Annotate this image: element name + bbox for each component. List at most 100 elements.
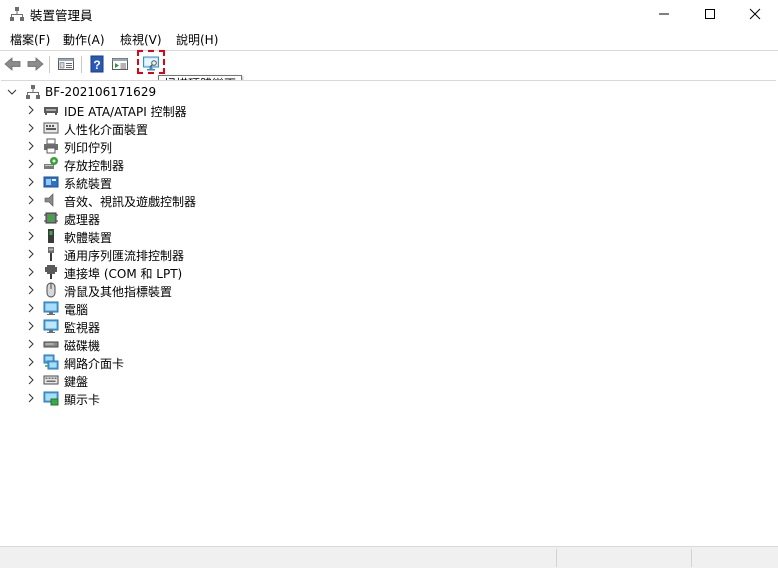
properties-pane-icon: [58, 58, 74, 70]
tree-category-label: 列印佇列: [64, 141, 113, 155]
tree-category-label: 滑鼠及其他指標裝置: [64, 285, 173, 299]
update-driver-button[interactable]: [109, 53, 131, 75]
toolbar-divider: [81, 56, 82, 73]
expand-chevron-icon[interactable]: [26, 267, 36, 277]
tree-category-row[interactable]: 處理器: [1, 209, 771, 227]
help-icon: ?: [90, 55, 104, 73]
title-bar: 裝置管理員: [0, 0, 778, 28]
menu-view[interactable]: 檢視(V): [120, 31, 162, 48]
back-icon: [4, 57, 21, 71]
display-adapter-icon: [43, 391, 59, 406]
tree-category-label: 處理器: [64, 213, 101, 227]
tree-category-row[interactable]: 電腦: [1, 299, 771, 317]
close-button[interactable]: [732, 0, 778, 28]
expand-chevron-icon[interactable]: [26, 375, 36, 385]
tree-category-row[interactable]: 存放控制器: [1, 155, 771, 173]
expand-chevron-icon[interactable]: [26, 177, 36, 187]
scan-button-highlight: [137, 50, 165, 74]
expand-chevron-icon[interactable]: [26, 123, 36, 133]
processor-icon: [44, 212, 58, 224]
status-divider: [691, 549, 692, 567]
disk-drive-icon: [43, 341, 59, 348]
tree-category-row[interactable]: 磁碟機: [1, 335, 771, 353]
tree-category-label: 監視器: [64, 321, 101, 335]
maximize-button[interactable]: [687, 0, 733, 28]
mouse-icon: [46, 282, 56, 298]
tree-category-label: 磁碟機: [64, 339, 101, 353]
minimize-button[interactable]: [641, 0, 687, 28]
tree-category-row[interactable]: 網路介面卡: [1, 353, 771, 371]
device-tree[interactable]: BF-202106171629 IDE ATA/ATAPI 控制器 人性化介面裝置…: [1, 80, 776, 545]
svg-text:?: ?: [93, 58, 100, 72]
tree-category-row[interactable]: 列印佇列: [1, 137, 771, 155]
tree-category-row[interactable]: 音效、視訊及遊戲控制器: [1, 191, 771, 209]
tree-category-row[interactable]: 連接埠 (COM 和 LPT): [1, 263, 771, 281]
tree-category-label: 系統裝置: [64, 177, 113, 191]
status-divider: [556, 549, 557, 567]
hid-icon: [43, 122, 59, 134]
expand-chevron-icon[interactable]: [26, 357, 36, 367]
update-driver-icon: [112, 58, 128, 70]
expand-chevron-icon[interactable]: [26, 195, 36, 205]
monitor-icon: [43, 319, 59, 333]
collapse-chevron-icon[interactable]: [7, 87, 17, 97]
ide-controller-icon: [44, 107, 58, 115]
software-device-icon: [48, 229, 54, 243]
sound-icon: [44, 193, 54, 207]
tree-category-row[interactable]: 滑鼠及其他指標裝置: [1, 281, 771, 299]
tree-category-row[interactable]: 軟體裝置: [1, 227, 771, 245]
tree-category-label: 音效、視訊及遊戲控制器: [64, 195, 197, 209]
computer-root-icon: [26, 85, 40, 99]
tree-root-label: BF-202106171629: [45, 85, 157, 99]
expand-chevron-icon[interactable]: [26, 105, 36, 115]
tree-category-row[interactable]: 監視器: [1, 317, 771, 335]
menu-file[interactable]: 檔案(F): [10, 31, 50, 48]
minimize-icon: [659, 13, 669, 15]
help-button[interactable]: ?: [86, 53, 108, 75]
tree-category-label: 通用序列匯流排控制器: [64, 249, 185, 263]
tree-category-label: 鍵盤: [64, 375, 89, 389]
show-hide-tree-button[interactable]: [55, 53, 77, 75]
status-bar: [0, 546, 778, 568]
system-device-icon: [43, 176, 59, 188]
tree-category-label: 存放控制器: [64, 159, 125, 173]
tree-category-row[interactable]: IDE ATA/ATAPI 控制器: [1, 101, 771, 119]
menu-bar: 檔案(F) 動作(A) 檢視(V) 說明(H): [0, 29, 778, 49]
expand-chevron-icon[interactable]: [26, 249, 36, 259]
tree-category-row[interactable]: 鍵盤: [1, 371, 771, 389]
back-button[interactable]: [2, 53, 24, 75]
expand-chevron-icon[interactable]: [26, 141, 36, 151]
device-manager-app-icon: [10, 7, 24, 21]
tree-category-label: 人性化介面裝置: [64, 123, 149, 137]
tree-category-row[interactable]: 人性化介面裝置: [1, 119, 771, 137]
toolbar: ?: [0, 51, 778, 77]
maximize-icon: [705, 9, 715, 19]
window-title: 裝置管理員: [30, 8, 93, 23]
network-adapter-icon: [43, 354, 59, 370]
expand-chevron-icon[interactable]: [26, 321, 36, 331]
expand-chevron-icon[interactable]: [26, 159, 36, 169]
forward-icon: [27, 57, 44, 71]
tree-category-label: IDE ATA/ATAPI 控制器: [64, 105, 187, 119]
forward-button[interactable]: [24, 53, 46, 75]
expand-chevron-icon[interactable]: [26, 213, 36, 223]
expand-chevron-icon[interactable]: [26, 231, 36, 241]
expand-chevron-icon[interactable]: [26, 285, 36, 295]
tree-category-row[interactable]: 系統裝置: [1, 173, 771, 191]
usb-icon: [48, 247, 54, 261]
tree-category-label: 軟體裝置: [64, 231, 113, 245]
tree-category-row[interactable]: 顯示卡: [1, 389, 771, 407]
menu-help[interactable]: 說明(H): [176, 31, 218, 48]
expand-chevron-icon[interactable]: [26, 393, 36, 403]
port-icon: [45, 265, 57, 279]
expand-chevron-icon[interactable]: [26, 303, 36, 313]
computer-icon: [43, 301, 59, 315]
tree-root[interactable]: BF-202106171629: [1, 83, 771, 101]
keyboard-icon: [43, 375, 59, 385]
storage-controller-icon: [44, 157, 58, 169]
close-icon: [749, 8, 761, 20]
printer-icon: [44, 138, 58, 154]
expand-chevron-icon[interactable]: [26, 339, 36, 349]
menu-action[interactable]: 動作(A): [63, 31, 105, 48]
tree-category-row[interactable]: 通用序列匯流排控制器: [1, 245, 771, 263]
